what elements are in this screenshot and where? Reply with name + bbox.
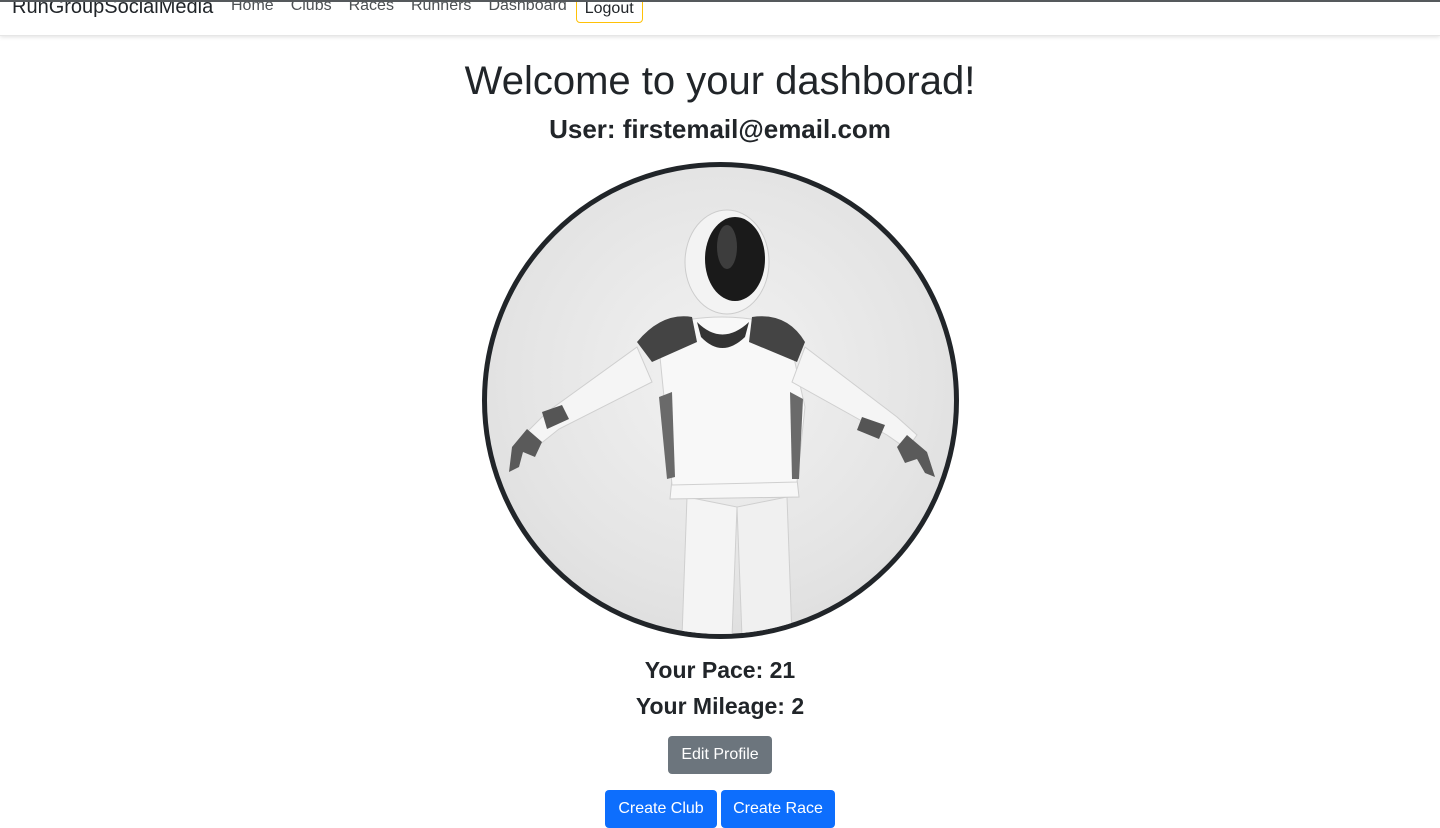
logout-button[interactable]: Logout bbox=[575, 0, 643, 23]
page-title: Welcome to your dashborad! bbox=[464, 59, 976, 103]
nav-link-dashboard[interactable]: Dashboard bbox=[488, 0, 566, 17]
astronaut-icon bbox=[509, 209, 935, 634]
nav-link-races[interactable]: Races bbox=[349, 0, 394, 17]
nav-link-home[interactable]: Home bbox=[231, 0, 274, 17]
nav-link-runners[interactable]: Runners bbox=[411, 0, 471, 17]
nav-link-clubs[interactable]: Clubs bbox=[291, 0, 332, 17]
edit-profile-button[interactable]: Edit Profile bbox=[668, 736, 772, 774]
mileage-stat: Your Mileage: 2 bbox=[635, 693, 805, 719]
window-top-border bbox=[0, 0, 1440, 2]
create-club-button[interactable]: Create Club bbox=[605, 790, 717, 828]
user-email-heading: User: firstemail@email.com bbox=[549, 114, 891, 144]
pace-stat: Your Pace: 21 bbox=[644, 657, 796, 683]
profile-avatar-image bbox=[482, 162, 959, 639]
top-navbar: RunGroupSocialMedia Home Clubs Races Run… bbox=[0, 0, 1440, 36]
nav-links: Home Clubs Races Runners Dashboard Logou… bbox=[231, 0, 643, 23]
create-race-button[interactable]: Create Race bbox=[721, 790, 835, 828]
brand-link[interactable]: RunGroupSocialMedia bbox=[12, 0, 213, 19]
